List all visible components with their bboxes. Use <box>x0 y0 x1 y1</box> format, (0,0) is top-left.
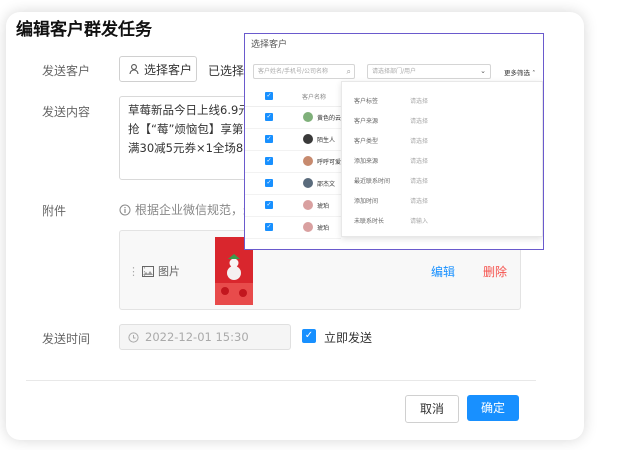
chevron-down-icon: ⌄ <box>480 67 486 75</box>
filter-select[interactable]: 请选择 <box>410 116 428 125</box>
selected-count-text: 已选择 <box>208 64 245 78</box>
chevron-up-icon: ˄ <box>532 69 536 77</box>
info-icon <box>119 204 131 215</box>
send-now-label: 立即发送 <box>324 331 373 345</box>
filter-input[interactable]: 请输入 <box>410 216 428 225</box>
send-customer-label: 发送客户 <box>42 64 91 78</box>
customer-row[interactable]: ✓ 琥珀 <box>245 195 341 217</box>
customer-search-input[interactable]: 客户姓名/手机号/公司名称 ⌕ <box>253 64 355 79</box>
send-now-checkbox[interactable]: ✓ <box>302 329 316 343</box>
cancel-button[interactable]: 取消 <box>405 395 459 423</box>
row-checkbox[interactable]: ✓ <box>265 223 273 231</box>
filter-select[interactable]: 请选择 <box>410 156 428 165</box>
department-placeholder: 请选择部门/用户 <box>372 68 417 75</box>
search-placeholder: 客户姓名/手机号/公司名称 <box>258 68 329 75</box>
list-header: ✓ 客户名称 <box>245 86 341 107</box>
row-checkbox[interactable]: ✓ <box>265 113 273 121</box>
search-icon: ⌕ <box>346 67 351 76</box>
more-filter-label: 更多筛选 <box>504 69 530 77</box>
filter-select[interactable]: 请选择 <box>410 196 428 205</box>
image-type: 图片 <box>142 263 180 279</box>
avatar <box>303 222 313 232</box>
customer-name: 黄色的云 <box>317 115 342 122</box>
customer-name: 琥珀 <box>317 225 330 232</box>
row-checkbox[interactable]: ✓ <box>265 179 273 187</box>
confirm-button[interactable]: 确定 <box>467 395 519 421</box>
filter-label: 客户类型 <box>354 138 379 145</box>
customer-name: 呼呼可爱 <box>317 159 342 166</box>
customer-row[interactable]: ✓ 呼呼可爱 <box>245 151 341 173</box>
more-filter-toggle[interactable]: 更多筛选 ˄ <box>504 67 535 77</box>
customer-row[interactable]: ✓ 陌生人 <box>245 129 341 151</box>
clock-icon <box>128 331 139 343</box>
customer-picker-popup: 选择客户 客户姓名/手机号/公司名称 ⌕ 请选择部门/用户 ⌄ 更多筛选 ˄ ✓… <box>244 33 544 250</box>
attachment-label: 附件 <box>42 204 67 218</box>
row-checkbox[interactable]: ✓ <box>265 201 273 209</box>
filter-label: 添加来源 <box>354 158 379 165</box>
avatar <box>303 156 313 166</box>
customer-name: 陌生人 <box>317 137 336 144</box>
user-icon <box>129 64 139 75</box>
attachment-tip-text: 根据企业微信规范，最 <box>135 203 256 217</box>
select-customer-button[interactable]: 选择客户 <box>119 56 197 82</box>
select-customer-label: 选择客户 <box>144 62 193 77</box>
footer-divider <box>26 380 536 381</box>
customer-name: 琥珀 <box>317 203 330 210</box>
customer-list: ✓ 客户名称 ✓ 黄色的云 ✓ 陌生人 ✓ 呼呼可爱 ✓ 邵杰文 ✓ 琥珀 ✓ 琥珀 <box>245 86 341 239</box>
filter-label: 添加时间 <box>354 198 379 205</box>
attachment-tip: 根据企业微信规范，最 <box>119 201 255 218</box>
column-name-header: 客户名称 <box>302 94 327 101</box>
filter-label: 客户来源 <box>354 118 379 125</box>
image-type-label: 图片 <box>158 265 180 278</box>
edit-attachment-link[interactable]: 编辑 <box>431 263 455 280</box>
filter-select[interactable]: 请选择 <box>410 96 428 105</box>
picker-title: 选择客户 <box>251 40 288 50</box>
send-time-input[interactable]: 2022-12-01 15:30 <box>119 324 291 350</box>
more-filter-panel: 客户标签 请选择 客户来源 请选择 客户类型 请选择 添加来源 请选择 最近联系… <box>341 81 543 237</box>
avatar <box>303 178 313 188</box>
filter-select[interactable]: 请选择 <box>410 136 428 145</box>
customer-name: 邵杰文 <box>317 181 336 188</box>
customer-row[interactable]: ✓ 黄色的云 <box>245 107 341 129</box>
department-select[interactable]: 请选择部门/用户 ⌄ <box>367 64 491 79</box>
row-checkbox[interactable]: ✓ <box>265 135 273 143</box>
avatar <box>303 200 313 210</box>
row-checkbox[interactable]: ✓ <box>265 157 273 165</box>
dialog-title: 编辑客户群发任务 <box>16 20 152 40</box>
filter-label: 客户标签 <box>354 98 379 105</box>
filter-label: 最近联系时间 <box>354 178 391 185</box>
send-time-value: 2022-12-01 15:30 <box>145 330 249 344</box>
send-content-label: 发送内容 <box>42 105 91 119</box>
customer-row[interactable]: ✓ 邵杰文 <box>245 173 341 195</box>
send-time-label: 发送时间 <box>42 332 91 346</box>
customer-row[interactable]: ✓ 琥珀 <box>245 217 341 239</box>
select-all-checkbox[interactable]: ✓ <box>265 92 273 100</box>
avatar <box>303 112 313 122</box>
filter-select[interactable]: 请选择 <box>410 176 428 185</box>
filter-label: 未联系时长 <box>354 218 385 225</box>
image-icon <box>142 265 154 277</box>
delete-attachment-link[interactable]: 删除 <box>483 263 507 280</box>
avatar <box>303 134 313 144</box>
